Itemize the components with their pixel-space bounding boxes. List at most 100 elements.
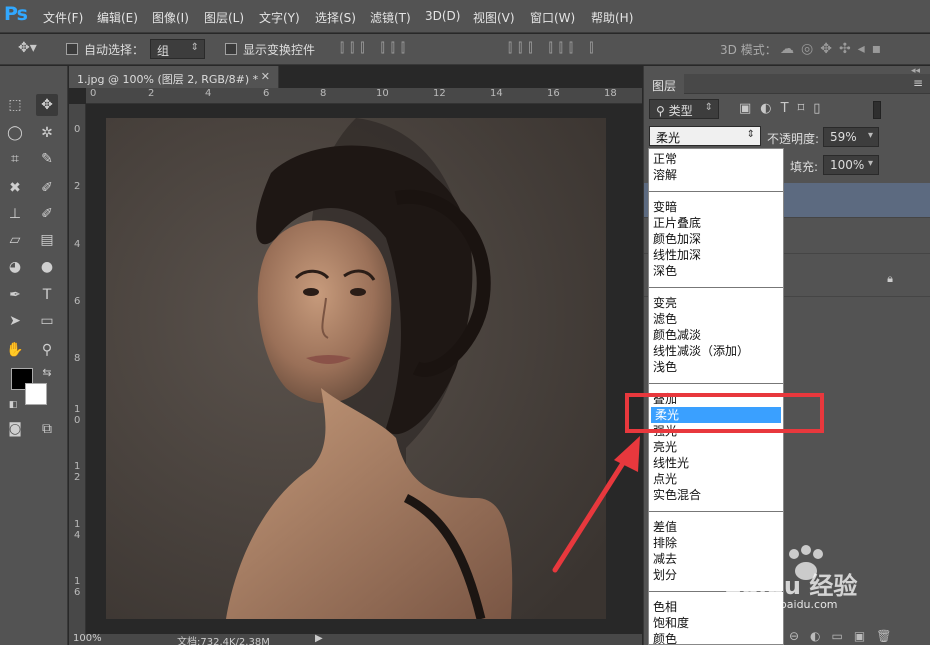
- blend-color-dodge[interactable]: 颜色减淡: [649, 327, 783, 343]
- blend-saturation[interactable]: 饱和度: [649, 615, 783, 631]
- layer-filter-icons[interactable]: ▣◐T⌑▯: [739, 101, 829, 116]
- blend-lighter-color[interactable]: 浅色: [649, 359, 783, 375]
- opacity-field[interactable]: 59% ▾: [823, 127, 879, 147]
- chevron-updown-icon: ⇕: [190, 42, 199, 53]
- blend-lighten[interactable]: 变亮: [649, 295, 783, 311]
- auto-select-dropdown[interactable]: 组 ⇕: [150, 39, 205, 59]
- dodge-tool-icon[interactable]: ●: [36, 256, 58, 278]
- hand-tool-icon[interactable]: ✋: [4, 339, 26, 361]
- gradient-tool-icon[interactable]: ▤: [36, 229, 58, 251]
- annotation-arrow: [552, 436, 640, 573]
- move-tool-icon[interactable]: ✥▾: [18, 40, 37, 56]
- blend-normal[interactable]: 正常: [649, 151, 783, 167]
- move-tool-icon[interactable]: ✥: [36, 94, 58, 116]
- align-icons[interactable]: ⫿⫿⫿ ⫿⫿⫿: [340, 41, 411, 56]
- ruler-tick: 6: [74, 296, 81, 307]
- menu-edit[interactable]: 编辑(E): [97, 9, 138, 26]
- zoom-level[interactable]: 100%: [73, 633, 102, 644]
- swap-colors-icon[interactable]: ⇆: [36, 362, 58, 384]
- marquee-tool-icon[interactable]: ⬚: [4, 94, 26, 116]
- watermark-url: jingyan.baidu.com: [736, 598, 838, 611]
- menu-image[interactable]: 图像(I): [152, 9, 189, 26]
- distribute-icons[interactable]: ⫿⫿⫿ ⫿⫿⫿ ⫿: [508, 41, 599, 56]
- image-canvas[interactable]: [106, 118, 606, 619]
- blend-mode-dropdown[interactable]: 柔光 ⇕: [649, 126, 761, 146]
- lock-icon: 🔒︎: [887, 272, 893, 285]
- panel-tab-bar: 图层 ≡: [644, 74, 930, 94]
- ruler-horizontal: 0 2 4 6 8 10 12 14 16 18: [86, 88, 642, 104]
- brush-tool-icon[interactable]: ✐: [36, 177, 58, 199]
- blend-difference[interactable]: 差值: [649, 519, 783, 535]
- filter-toggle[interactable]: [873, 101, 881, 119]
- ruler-tick: 10: [376, 88, 389, 99]
- annotation-highlight-box: [625, 393, 824, 433]
- pen-tool-icon[interactable]: ✒: [4, 284, 26, 306]
- auto-select-checkbox[interactable]: [66, 43, 78, 55]
- menu-layer[interactable]: 图层(L): [204, 9, 244, 26]
- menu-help[interactable]: 帮助(H): [591, 9, 633, 26]
- blur-tool-icon[interactable]: ◕: [4, 256, 26, 278]
- blend-vivid-light[interactable]: 亮光: [649, 439, 783, 455]
- close-icon[interactable]: ✕: [261, 70, 270, 83]
- portrait-photo: [106, 118, 606, 619]
- show-transform-label: 显示变换控件: [243, 43, 316, 57]
- healing-brush-icon[interactable]: ✖: [4, 177, 26, 199]
- document-tab[interactable]: 1.jpg @ 100% (图层 2, RGB/8#) * ✕: [69, 66, 279, 88]
- screen-mode-icon[interactable]: ⧉: [36, 418, 58, 440]
- filter-kind-dropdown[interactable]: ⚲ 类型 ⇕: [649, 99, 719, 119]
- watermark: Baidu 经验 jingyan.baidu.com: [706, 540, 916, 611]
- eraser-icon[interactable]: ▱: [4, 229, 26, 251]
- fill-field[interactable]: 100% ▾: [823, 155, 879, 175]
- blend-dissolve[interactable]: 溶解: [649, 167, 783, 183]
- menu-select[interactable]: 选择(S): [315, 9, 356, 26]
- blend-linear-dodge[interactable]: 线性减淡（添加）: [649, 343, 783, 359]
- blend-pin-light[interactable]: 点光: [649, 471, 783, 487]
- play-icon[interactable]: ▶: [315, 633, 323, 644]
- tab-layers[interactable]: 图层: [644, 74, 685, 94]
- menu-window[interactable]: 窗口(W): [530, 9, 575, 26]
- magic-wand-icon[interactable]: ✲: [36, 122, 58, 144]
- background-color-swatch[interactable]: [25, 383, 47, 405]
- type-tool-icon[interactable]: T: [36, 284, 58, 306]
- ruler-tick: 1 6: [74, 576, 81, 598]
- menu-file[interactable]: 文件(F): [43, 9, 83, 26]
- history-brush-icon[interactable]: ✐: [36, 203, 58, 225]
- default-colors-icon[interactable]: ◧: [2, 394, 24, 416]
- layer-actions-icons[interactable]: ⊖◐▭▣🗑︎: [789, 629, 902, 643]
- show-transform-checkbox[interactable]: [225, 43, 237, 55]
- blend-darken[interactable]: 变暗: [649, 199, 783, 215]
- blend-mode-value: 柔光: [656, 131, 681, 145]
- eyedropper-icon[interactable]: ✎: [36, 148, 58, 170]
- blend-darker-color[interactable]: 深色: [649, 263, 783, 279]
- ruler-vertical: 0 2 4 6 8 1 0 1 2 1 4 1 6: [69, 104, 86, 634]
- crop-tool-icon[interactable]: ⌗: [4, 148, 26, 170]
- 3d-mode-icons[interactable]: ☁◎✥✣◂▪: [780, 41, 888, 57]
- fill-label: 填充:: [790, 160, 819, 174]
- zoom-tool-icon[interactable]: ⚲: [36, 339, 58, 361]
- blend-linear-light[interactable]: 线性光: [649, 455, 783, 471]
- blend-color[interactable]: 颜色: [649, 631, 783, 644]
- menu-type[interactable]: 文字(Y): [259, 9, 300, 26]
- blend-multiply[interactable]: 正片叠底: [649, 215, 783, 231]
- quick-mask-icon[interactable]: ◙: [4, 418, 26, 440]
- lasso-tool-icon[interactable]: ◯: [4, 122, 26, 144]
- tools-panel: ⬚ ✥ ◯ ✲ ⌗ ✎ ✖ ✐ ⊥ ✐ ▱ ▤ ◕ ● ✒ T ➤ ▭ ✋ ⚲ …: [0, 66, 68, 645]
- blend-hard-mix[interactable]: 实色混合: [649, 487, 783, 503]
- ruler-tick: 1 0: [74, 404, 81, 426]
- shape-tool-icon[interactable]: ▭: [36, 310, 58, 332]
- auto-select-label: 自动选择：: [84, 43, 145, 57]
- menu-filter[interactable]: 滤镜(T): [370, 9, 411, 26]
- opacity-value: 59%: [830, 130, 857, 144]
- clone-stamp-icon[interactable]: ⊥: [4, 203, 26, 225]
- blend-screen[interactable]: 滤色: [649, 311, 783, 327]
- ruler-tick: 8: [74, 353, 81, 364]
- menu-view[interactable]: 视图(V): [473, 9, 515, 26]
- opacity-label: 不透明度:: [767, 132, 820, 146]
- chevron-updown-icon: ⇕: [746, 129, 755, 140]
- path-select-icon[interactable]: ➤: [4, 310, 26, 332]
- menu-3d[interactable]: 3D(D): [425, 9, 460, 23]
- chevron-down-icon: ▾: [867, 130, 873, 141]
- panel-menu-icon[interactable]: ≡: [913, 76, 923, 90]
- blend-linear-burn[interactable]: 线性加深: [649, 247, 783, 263]
- blend-color-burn[interactable]: 颜色加深: [649, 231, 783, 247]
